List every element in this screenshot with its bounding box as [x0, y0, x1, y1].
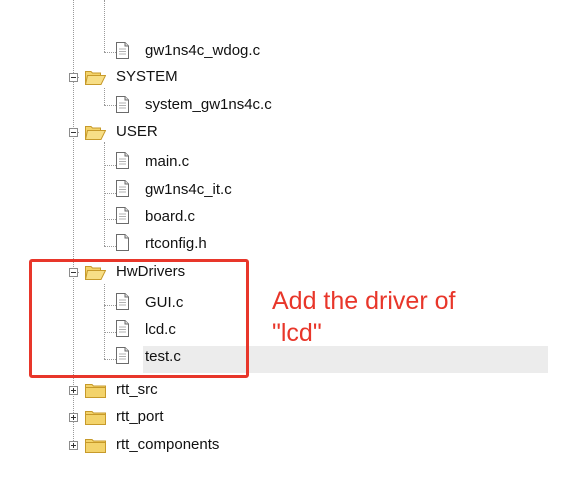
folder-icon — [85, 382, 106, 398]
tree-guide-line — [104, 193, 116, 194]
file-icon — [116, 207, 129, 224]
tree-guide-line — [104, 142, 105, 246]
file-icon — [116, 180, 129, 197]
annotation-text: Add the driver of "lcd" — [272, 287, 456, 347]
expand-toggle-rtt-components[interactable] — [69, 441, 78, 450]
folder-icon — [85, 437, 106, 453]
tree-item-rtt-port[interactable]: rtt_port — [116, 408, 164, 426]
collapse-toggle-system[interactable] — [69, 73, 78, 82]
folder-icon — [85, 409, 106, 425]
file-icon — [116, 152, 129, 169]
tree-item-rtt-src[interactable]: rtt_src — [116, 381, 158, 399]
tree-guide-line — [104, 0, 105, 52]
tree-guide-line — [104, 52, 116, 53]
tree-item-system-folder[interactable]: SYSTEM — [116, 68, 178, 86]
tree-guide-line — [104, 105, 116, 106]
tree-item-system-gw1ns4c[interactable]: system_gw1ns4c.c — [145, 96, 272, 114]
tree-item-rtconfig-h[interactable]: rtconfig.h — [145, 235, 207, 253]
tree-guide-line — [104, 219, 116, 220]
file-icon — [116, 42, 129, 59]
highlight-box — [29, 259, 249, 378]
folder-open-icon — [85, 124, 106, 140]
file-icon — [116, 96, 129, 113]
tree-guide-line — [104, 246, 116, 247]
tree-guide-line — [104, 88, 105, 105]
tree-item-board-c[interactable]: board.c — [145, 208, 195, 226]
file-icon — [116, 234, 129, 251]
tree-item-gw1ns4c-it[interactable]: gw1ns4c_it.c — [145, 181, 232, 199]
folder-open-icon — [85, 69, 106, 85]
tree-guide-line — [104, 165, 116, 166]
collapse-toggle-user[interactable] — [69, 128, 78, 137]
tree-guide-line — [73, 0, 74, 445]
expand-toggle-rtt-port[interactable] — [69, 413, 78, 422]
tree-item-rtt-components[interactable]: rtt_components — [116, 436, 219, 454]
tree-item-gw1ns4c-wdog[interactable]: gw1ns4c_wdog.c — [145, 42, 260, 60]
tree-item-main-c[interactable]: main.c — [145, 153, 189, 171]
tree-item-user-folder[interactable]: USER — [116, 123, 158, 141]
project-tree: gw1ns4c_wdog.c SYSTEM system_gw1ns4c.c U… — [0, 0, 574, 480]
expand-toggle-rtt-src[interactable] — [69, 386, 78, 395]
